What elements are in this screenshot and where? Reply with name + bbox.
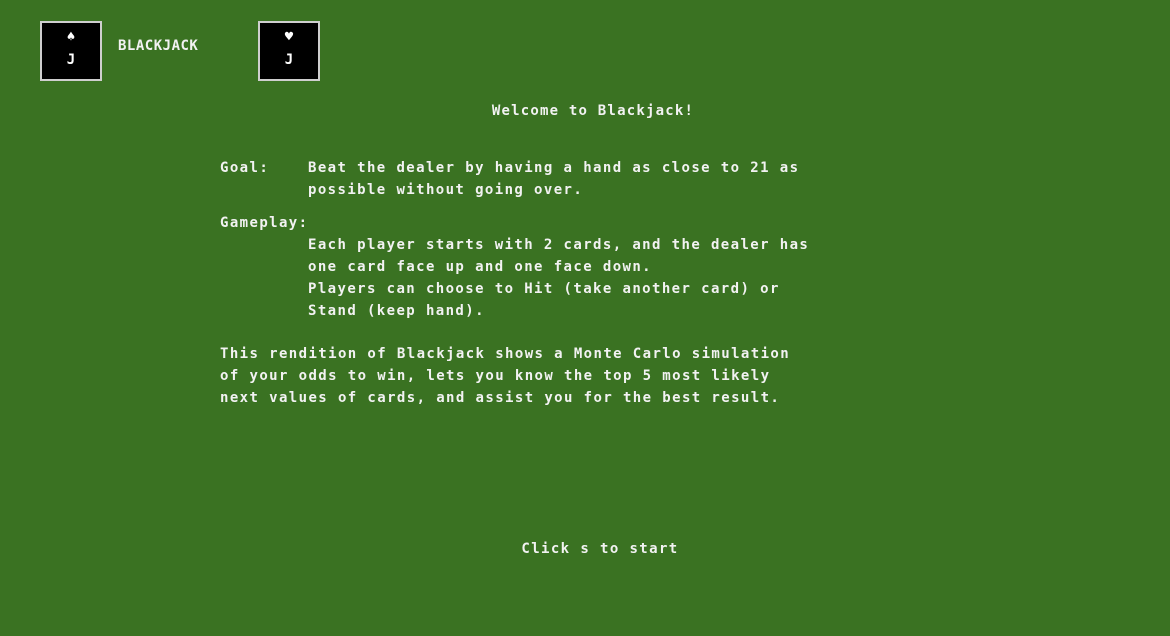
description-text: This rendition of Blackjack shows a Mont…: [220, 346, 791, 406]
gameplay-label: Gameplay:: [220, 215, 309, 231]
card-jack-of-hearts: ♥ J: [258, 21, 320, 81]
card-rank-label: J: [66, 52, 76, 68]
spade-icon: ♠: [66, 29, 76, 45]
goal-label: Goal:: [220, 160, 270, 176]
heart-icon: ♥: [284, 29, 294, 45]
goal-text: Beat the dealer by having a hand as clos…: [308, 160, 800, 198]
card-rank-label: J: [284, 52, 294, 68]
game-title: BLACKJACK: [118, 38, 199, 54]
welcome-heading: Welcome to Blackjack!: [491, 103, 695, 119]
start-prompt: Click s to start: [521, 541, 679, 557]
card-jack-of-spades: ♠ J: [40, 21, 102, 81]
gameplay-text: Each player starts with 2 cards, and the…: [308, 237, 810, 319]
